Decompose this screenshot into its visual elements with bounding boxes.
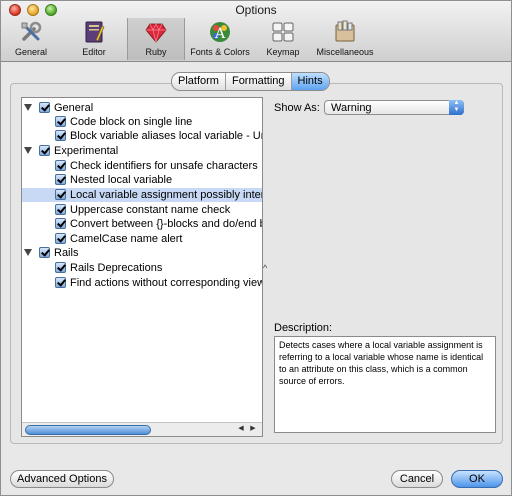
window-title: Options xyxy=(235,3,277,17)
tree-item-label: Code block on single line xyxy=(70,116,193,128)
tree-item[interactable]: Nested local variable xyxy=(22,173,262,187)
tree-item[interactable]: Convert between {}-blocks and do/end b xyxy=(22,217,262,231)
tree-item-label: Rails Deprecations xyxy=(70,262,163,274)
title-bar: Options General Editor Ruby A Fonts & Co… xyxy=(1,1,511,62)
disclosure-triangle-icon[interactable] xyxy=(24,104,32,111)
tree-item-label: Block variable aliases local variable - … xyxy=(70,130,263,142)
checkbox[interactable] xyxy=(55,233,66,244)
horizontal-scrollbar[interactable]: ◀ ▶ xyxy=(22,422,262,436)
miscellaneous-icon xyxy=(335,20,355,42)
toolbar-general[interactable]: General xyxy=(7,18,55,60)
checkbox[interactable] xyxy=(55,204,66,215)
checkbox[interactable] xyxy=(39,145,50,156)
checkbox[interactable] xyxy=(39,247,50,258)
toolbar-general-label: General xyxy=(14,47,48,57)
tree-item-label: Uppercase constant name check xyxy=(70,204,231,216)
tab-bar: Platform Formatting Hints xyxy=(171,72,330,91)
toolbar-ruby[interactable]: Ruby xyxy=(127,18,185,60)
ok-button[interactable]: OK xyxy=(451,470,503,488)
tree-item-label: Check identifiers for unsafe characters xyxy=(70,160,258,172)
checkbox[interactable] xyxy=(55,218,66,229)
caret-mark: ^ xyxy=(263,263,268,273)
toolbar-fonts-colors-label: Fonts & Colors xyxy=(190,47,250,57)
toolbar-miscellaneous-label: Miscellaneous xyxy=(316,47,374,57)
keymap-icon xyxy=(272,22,294,42)
tab-hints[interactable]: Hints xyxy=(291,73,329,90)
tree-node-general[interactable]: General xyxy=(22,101,262,115)
toolbar-fonts-colors[interactable]: A Fonts & Colors xyxy=(189,18,251,60)
tree-node-experimental[interactable]: Experimental xyxy=(22,144,262,158)
tree-item-label: Convert between {}-blocks and do/end b xyxy=(70,218,263,230)
description-text: Detects cases where a local variable ass… xyxy=(274,336,496,433)
checkbox[interactable] xyxy=(55,189,66,200)
options-window: Options General Editor Ruby A Fonts & Co… xyxy=(0,0,512,496)
show-as-value: Warning xyxy=(331,102,372,114)
disclosure-triangle-icon[interactable] xyxy=(24,147,32,154)
toolbar-keymap-label: Keymap xyxy=(266,47,300,57)
tree-item[interactable]: Check identifiers for unsafe characters xyxy=(22,159,262,173)
tree-item[interactable]: Block variable aliases local variable - … xyxy=(22,129,262,143)
tree-node-label: General xyxy=(54,102,94,114)
ruby-gem-icon xyxy=(145,23,167,43)
tree-node-label: Rails xyxy=(54,247,79,259)
tree-node-rails[interactable]: Rails xyxy=(22,246,262,260)
checkbox[interactable] xyxy=(55,277,66,288)
toolbar-editor[interactable]: Editor xyxy=(69,18,119,60)
tree-item[interactable]: Uppercase constant name check xyxy=(22,203,262,217)
advanced-options-button[interactable]: Advanced Options xyxy=(10,470,114,488)
checkbox[interactable] xyxy=(55,116,66,127)
cancel-button[interactable]: Cancel xyxy=(391,470,443,488)
editor-icon xyxy=(85,21,105,43)
tree-item-label: Nested local variable xyxy=(70,174,173,186)
tree-node-label: Experimental xyxy=(54,145,119,157)
tree-item-label: CamelCase name alert xyxy=(70,233,183,245)
toolbar-ruby-label: Ruby xyxy=(145,47,167,57)
scrollbar-thumb[interactable] xyxy=(25,425,151,435)
show-as-select[interactable]: Warning ▲ ▼ xyxy=(324,100,464,115)
toolbar-editor-label: Editor xyxy=(82,47,106,57)
tab-platform[interactable]: Platform xyxy=(172,73,226,90)
hints-tree[interactable]: General Code block on single line Block … xyxy=(21,97,263,437)
disclosure-triangle-icon[interactable] xyxy=(24,249,32,256)
tree-item-label: Find actions without corresponding view xyxy=(70,277,263,289)
scroll-right-arrow-icon[interactable]: ▶ xyxy=(248,424,258,434)
checkbox[interactable] xyxy=(55,174,66,185)
svg-text:A: A xyxy=(214,26,226,42)
description-label: Description: xyxy=(274,322,333,334)
tree-item[interactable]: Rails Deprecations xyxy=(22,261,262,275)
tree-item[interactable]: Find actions without corresponding view xyxy=(22,276,262,290)
general-tools-icon xyxy=(21,21,42,41)
fonts-colors-icon: A xyxy=(210,22,230,42)
checkbox[interactable] xyxy=(55,160,66,171)
scroll-left-arrow-icon[interactable]: ◀ xyxy=(236,424,246,434)
tree-item-label: Local variable assignment possibly inter xyxy=(70,189,263,201)
tree-item-selected[interactable]: Local variable assignment possibly inter xyxy=(22,188,262,202)
show-as-label: Show As: xyxy=(274,102,320,114)
tree-item[interactable]: Code block on single line xyxy=(22,115,262,129)
checkbox[interactable] xyxy=(39,102,50,113)
toolbar-miscellaneous[interactable]: Miscellaneous xyxy=(313,18,377,60)
checkbox[interactable] xyxy=(55,262,66,273)
tree-item[interactable]: CamelCase name alert xyxy=(22,232,262,246)
toolbar-keymap[interactable]: Keymap xyxy=(259,18,307,60)
tab-formatting[interactable]: Formatting xyxy=(226,73,292,90)
checkbox[interactable] xyxy=(55,130,66,141)
select-arrows-icon: ▲ ▼ xyxy=(449,100,464,115)
